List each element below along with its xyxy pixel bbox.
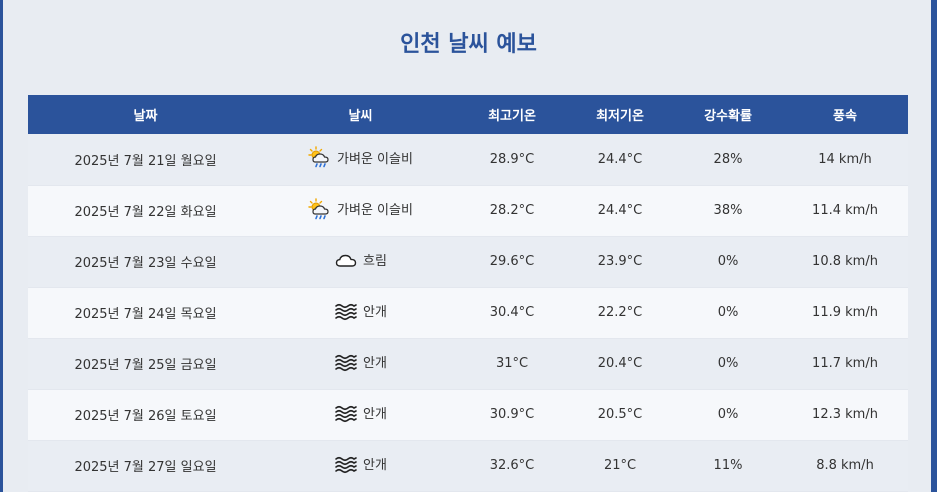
page-title: 인천 날씨 예보 [400, 32, 537, 57]
high-temp-cell: 31°C [495, 356, 529, 371]
low-temp-cell: 20.4°C [597, 356, 643, 371]
wind-cell: 11.9 km/h [812, 305, 878, 320]
weather-cell: 가벼운 이슬비 [263, 134, 458, 185]
weather-label: 가벼운 이슬비 [337, 203, 413, 218]
table-header-row: 날짜 날씨 최고기온 최저기온 강수확률 풍속 [28, 95, 908, 134]
date-cell: 2025년 7월 24일 목요일 [74, 307, 217, 322]
precip-cell: 0% [717, 254, 739, 269]
high-temp-cell: 28.9°C [489, 151, 535, 167]
sun-cloud-drizzle-icon [308, 146, 332, 168]
weather-label: 안개 [363, 407, 387, 422]
low-temp-cell: 23.9°C [597, 254, 643, 269]
column-header-date: 날짜 [133, 109, 158, 124]
weather-cell: 안개 [263, 287, 458, 338]
column-header-precip: 강수확률 [704, 109, 752, 124]
precip-cell: 11% [713, 458, 743, 473]
wind-cell: 11.7 km/h [812, 356, 878, 371]
wind-cell: 12.3 km/h [812, 407, 878, 422]
column-header-low: 최저기온 [596, 109, 644, 124]
wind-cell: 11.4 km/h [812, 203, 878, 218]
low-temp-cell: 20.5°C [597, 407, 643, 422]
low-temp-cell: 24.4°C [597, 203, 643, 218]
right-border [931, 0, 937, 492]
wind-cell: 10.8 km/h [812, 254, 878, 269]
table-row: 2025년 7월 23일 수요일 흐림 29.6°C 23.9°C 0% 10.… [28, 236, 908, 287]
fog-icon [334, 351, 358, 373]
precip-cell: 0% [717, 356, 739, 371]
table-row: 2025년 7월 24일 목요일 안개 30.4°C 22.2°C 0% 11.… [28, 287, 908, 338]
high-temp-cell: 30.4°C [489, 305, 535, 320]
weather-label: 안개 [363, 458, 387, 473]
weather-label: 가벼운 이슬비 [337, 151, 413, 167]
precip-cell: 0% [717, 305, 739, 320]
date-cell: 2025년 7월 22일 화요일 [74, 205, 217, 220]
date-cell: 2025년 7월 26일 토요일 [74, 409, 217, 424]
weather-cell: 가벼운 이슬비 [263, 185, 458, 236]
precip-cell: 0% [717, 407, 739, 422]
date-cell: 2025년 7월 25일 금요일 [74, 358, 217, 373]
weather-label: 안개 [363, 356, 387, 371]
precip-cell: 38% [713, 203, 743, 218]
table-row: 2025년 7월 25일 금요일 안개 31°C 20.4°C 0% 11.7 … [28, 338, 908, 389]
date-cell: 2025년 7월 27일 일요일 [74, 460, 217, 475]
cloud-icon [334, 249, 358, 271]
fog-icon [334, 300, 358, 322]
table-row: 2025년 7월 21일 월요일 가벼운 이슬비 28.9°C 24.4°C 2… [28, 134, 908, 185]
fog-icon [334, 453, 358, 475]
fog-icon [334, 402, 358, 424]
high-temp-cell: 29.6°C [489, 254, 535, 269]
date-cell: 2025년 7월 21일 월요일 [74, 153, 217, 169]
table-row: 2025년 7월 22일 화요일 가벼운 이슬비 28.2°C 24.4°C 3… [28, 185, 908, 236]
low-temp-cell: 24.4°C [597, 151, 643, 167]
forecast-table: 날짜 날씨 최고기온 최저기온 강수확률 풍속 2025년 7월 21일 월요일… [28, 95, 908, 492]
high-temp-cell: 30.9°C [489, 407, 535, 422]
table-row: 2025년 7월 27일 일요일 안개 32.6°C 21°C 11% 8.8 … [28, 440, 908, 491]
column-header-wind: 풍속 [833, 109, 857, 124]
weather-cell: 안개 [263, 338, 458, 389]
low-temp-cell: 21°C [603, 458, 637, 473]
wind-cell: 8.8 km/h [816, 458, 874, 473]
sun-cloud-drizzle-icon [308, 197, 332, 220]
column-header-high: 최고기온 [488, 109, 536, 124]
high-temp-cell: 32.6°C [489, 458, 535, 473]
weather-cell: 안개 [263, 389, 458, 440]
weather-label: 안개 [363, 305, 387, 320]
weather-cell: 안개 [263, 440, 458, 491]
high-temp-cell: 28.2°C [489, 203, 535, 218]
left-border [0, 0, 3, 492]
low-temp-cell: 22.2°C [597, 305, 643, 320]
table-row: 2025년 7월 26일 토요일 안개 30.9°C 20.5°C 0% 12.… [28, 389, 908, 440]
date-cell: 2025년 7월 23일 수요일 [74, 256, 217, 271]
weather-label: 흐림 [363, 254, 387, 269]
wind-cell: 14 km/h [818, 151, 872, 167]
weather-cell: 흐림 [263, 236, 458, 287]
precip-cell: 28% [713, 151, 743, 167]
column-header-weather: 날씨 [348, 109, 373, 124]
